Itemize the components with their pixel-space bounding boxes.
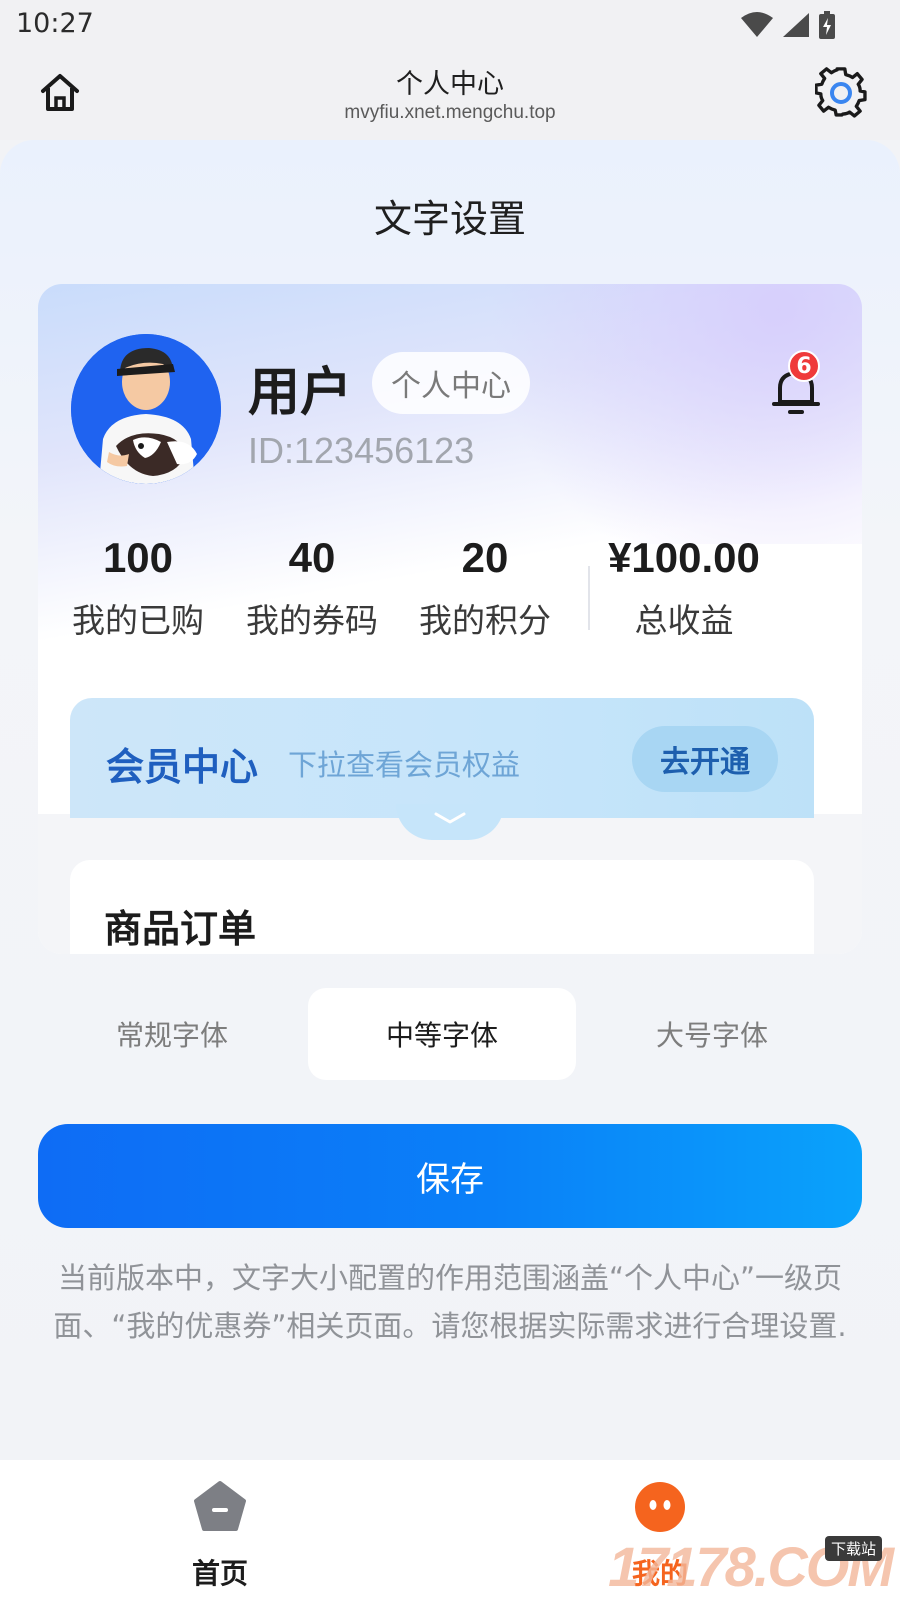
notification-badge: 6 [788, 350, 820, 382]
stat-value: 40 [288, 534, 336, 581]
nav-item-home[interactable]: 首页 [140, 1480, 300, 1592]
font-size-selector: 常规字体 中等字体 大号字体 [38, 988, 862, 1080]
stat-label: 我的积分 [419, 601, 551, 640]
status-icons [740, 10, 836, 40]
personal-center-tag[interactable]: 个人中心 [372, 352, 530, 414]
settings-notice: 当前版本中，文字大小配置的作用范围涵盖“个人中心”一级页面、“我的优惠券”相关页… [53, 1261, 847, 1343]
status-bar: 10:27 [0, 0, 900, 48]
activate-member-button[interactable]: 去开通 [632, 726, 778, 792]
member-title: 会员中心 [106, 745, 259, 789]
save-button[interactable]: 保存 [38, 1124, 862, 1228]
site-watermark-sub: 下载站 [824, 1536, 882, 1561]
wifi-icon [741, 12, 773, 37]
font-option-medium[interactable]: 中等字体 [308, 988, 576, 1080]
avatar-illustration [71, 334, 221, 484]
pull-down-tab[interactable] [396, 804, 504, 840]
member-center-bar[interactable]: 会员中心 下拉查看会员权益 去开通 [70, 698, 814, 818]
font-option-regular[interactable]: 常规字体 [38, 988, 306, 1080]
header-title: 个人中心 [396, 69, 504, 100]
orders-title: 商品订单 [104, 907, 257, 951]
header-url: mvyfiu.xnet.mengchu.top [344, 102, 556, 123]
stat-points[interactable]: 20 我的积分 [405, 534, 565, 642]
user-id: ID:123456123 [248, 430, 475, 471]
stat-label: 总收益 [634, 601, 734, 640]
stat-value: 100 [102, 534, 174, 581]
stat-value: ¥100.00 [608, 534, 760, 581]
username: 用户 [248, 363, 353, 423]
member-subtitle: 下拉查看会员权益 [288, 748, 521, 782]
stat-label: 我的券码 [246, 601, 378, 640]
avatar [71, 334, 221, 484]
gear-icon [815, 67, 867, 118]
orders-card[interactable]: 商品订单 [70, 860, 814, 954]
text-settings-sheet: 文字设置 用户 个人中心 ID:123456123 6 100 我的已购 40 … [0, 140, 900, 1460]
chevron-down-icon [434, 812, 466, 824]
status-time: 10:27 [16, 8, 94, 39]
stat-coupons[interactable]: 40 我的券码 [232, 534, 392, 642]
stat-divider [588, 566, 590, 630]
nav-label: 首页 [191, 1557, 248, 1590]
font-option-large[interactable]: 大号字体 [578, 988, 846, 1080]
app-header: 个人中心 mvyfiu.xnet.mengchu.top [0, 48, 900, 140]
home-tab-icon [194, 1481, 246, 1531]
battery-icon [819, 11, 835, 39]
settings-button[interactable] [814, 66, 868, 120]
stat-value: 20 [461, 534, 509, 581]
stat-label: 我的已购 [72, 601, 204, 640]
stat-earnings[interactable]: ¥100.00 总收益 [602, 534, 766, 642]
page-title: 文字设置 [373, 197, 526, 241]
stat-purchased[interactable]: 100 我的已购 [58, 534, 218, 642]
profile-preview-card: 用户 个人中心 ID:123456123 6 100 我的已购 40 我的券码 … [38, 284, 862, 954]
profile-tab-icon [635, 1482, 685, 1532]
signal-icon [783, 13, 809, 37]
